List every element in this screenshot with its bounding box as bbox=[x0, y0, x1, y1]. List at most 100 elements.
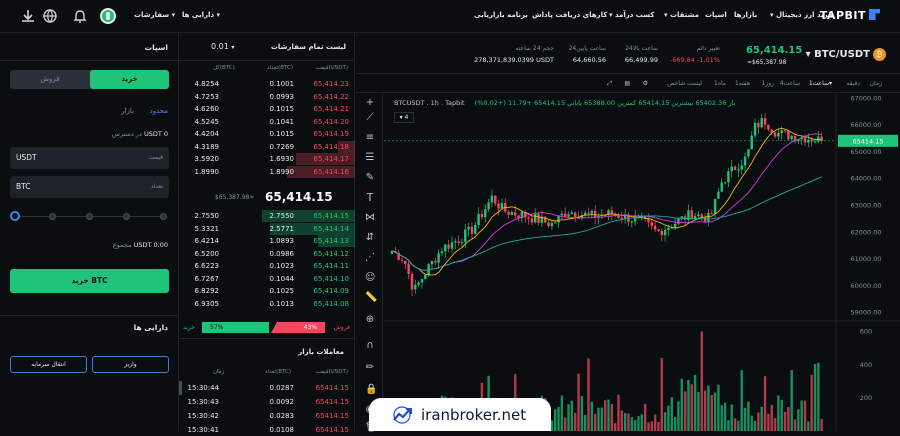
trade-price: 65414.15 bbox=[315, 426, 349, 434]
volume-bar bbox=[720, 405, 723, 431]
ask-amount: 0.0993 bbox=[269, 92, 295, 101]
bid-total: 6.9305 bbox=[194, 299, 220, 308]
interval-1d[interactable]: 1روز bbox=[761, 80, 774, 87]
top-menu-markets[interactable]: بازارها bbox=[734, 11, 757, 19]
ask-row[interactable]: 1.8990 1.8990 65,414.16 bbox=[179, 165, 355, 178]
volume-tick-label: 600 bbox=[860, 328, 872, 336]
bid-row[interactable]: 6.6223 0.1023 65,414.11 bbox=[179, 260, 355, 272]
bid-row[interactable]: 6.5200 0.0986 65,414.12 bbox=[179, 248, 355, 260]
bid-row[interactable]: 6.7267 0.1044 65,414.10 bbox=[179, 273, 355, 285]
sell-tab[interactable]: فروش bbox=[10, 70, 90, 89]
slider-step-25[interactable] bbox=[49, 213, 56, 220]
trade-time: 15:30:42 bbox=[187, 412, 219, 420]
zoom-in-icon[interactable]: ⊕ bbox=[365, 315, 375, 325]
settings-icon[interactable]: ⚙ bbox=[643, 80, 648, 87]
candle-body bbox=[767, 124, 770, 130]
order-type-market[interactable]: بازار bbox=[121, 107, 134, 115]
price-field[interactable]: USDT قیمت bbox=[10, 147, 169, 169]
ask-price: 65,414.17 bbox=[313, 155, 349, 163]
ask-row[interactable]: 3.5920 1.6930 65,414.17 bbox=[179, 153, 355, 165]
indicator-collapse[interactable]: ▾ 4 bbox=[394, 112, 414, 123]
brand-logo[interactable]: TAPBIT bbox=[820, 9, 880, 22]
top-bar: سفارشات ▾ دارایی ها ▾ برنامه بازاریابی ک… bbox=[0, 0, 900, 33]
ask-row[interactable]: 4.4204 0.1015 65,414.19 bbox=[179, 128, 355, 140]
top-menu-assets[interactable]: دارایی ها ▾ bbox=[182, 11, 220, 19]
bid-row[interactable]: 6.9305 0.1013 65,414.08 bbox=[179, 298, 355, 310]
top-menu-orders[interactable]: سفارشات ▾ bbox=[134, 11, 175, 19]
top-menu-earn[interactable]: ▾ کسب درآمد bbox=[609, 11, 654, 19]
buy-tab[interactable]: خرید bbox=[90, 70, 169, 89]
top-menu-affiliate[interactable]: برنامه بازاریابی bbox=[474, 11, 528, 19]
ask-row[interactable]: 4.7253 0.0993 65,414.22 bbox=[179, 91, 355, 103]
bell-icon[interactable] bbox=[72, 8, 88, 24]
candle-body bbox=[497, 203, 500, 209]
lock-drawing-icon[interactable]: ✏ bbox=[365, 363, 375, 373]
magnet-icon[interactable]: ∩ bbox=[365, 341, 375, 351]
divider bbox=[179, 60, 355, 61]
ruler-icon[interactable]: 📏 bbox=[365, 293, 377, 303]
ask-row[interactable]: 4.3189 0.7269 65,414.18 bbox=[179, 140, 355, 153]
pattern-icon[interactable]: ⋈ bbox=[365, 213, 375, 223]
volume-bar bbox=[713, 392, 717, 431]
amount-field[interactable]: BTC تعداد bbox=[10, 176, 169, 198]
volume-bar bbox=[757, 412, 760, 431]
buy-btc-button[interactable]: خرید BTC bbox=[10, 269, 169, 293]
amount-slider[interactable] bbox=[10, 211, 167, 221]
fullscreen-icon[interactable]: ⤢ bbox=[607, 80, 612, 88]
crosshair-icon[interactable]: + bbox=[365, 98, 375, 108]
indicator-list[interactable]: لیست شاخص bbox=[667, 80, 702, 87]
channel-icon[interactable]: ≡ bbox=[365, 133, 375, 143]
ask-row[interactable]: 4.8254 0.1001 65,414.23 bbox=[179, 78, 355, 90]
scrollbar[interactable] bbox=[179, 381, 182, 395]
bid-row[interactable]: 6.4214 1.0893 65,414.13 bbox=[179, 235, 355, 247]
deposit-button[interactable]: واریز bbox=[92, 356, 169, 373]
prediction-icon[interactable]: ⋰ bbox=[365, 253, 375, 263]
layout-icon[interactable]: ▤ bbox=[624, 80, 630, 87]
slider-step-100[interactable] bbox=[160, 213, 167, 220]
candle-body bbox=[647, 219, 650, 223]
order-type-limit[interactable]: محدود bbox=[150, 107, 168, 115]
volume-bar bbox=[623, 413, 627, 431]
slider-step-50[interactable] bbox=[86, 213, 93, 220]
bid-row[interactable]: 2.7550 2.7550 65,414.15 bbox=[179, 210, 355, 222]
buy-ratio-label: خرید bbox=[183, 324, 195, 331]
top-menu-rewards[interactable]: کارهای دریافت پاداش bbox=[532, 11, 607, 19]
pair-selector[interactable]: ▾ BTC/USDT bbox=[806, 49, 870, 60]
bid-row[interactable]: 6.8292 0.1025 65,414.09 bbox=[179, 285, 355, 297]
interval-1w[interactable]: 1هفته bbox=[735, 80, 750, 87]
slider-step-75[interactable] bbox=[123, 213, 130, 220]
slider-knob[interactable] bbox=[10, 211, 20, 221]
interval-minute[interactable]: دقیقه bbox=[846, 80, 860, 87]
interval-time[interactable]: زمان bbox=[870, 80, 882, 87]
volume-bar bbox=[710, 394, 713, 431]
lock-icon[interactable]: 🔒 bbox=[365, 385, 377, 395]
top-menu-derivatives[interactable]: ▾ مشتقات bbox=[664, 11, 699, 19]
top-menu-spot[interactable]: اسپات bbox=[705, 11, 727, 19]
candle-body bbox=[547, 222, 550, 227]
shapes-icon[interactable]: ☺ bbox=[365, 273, 375, 283]
bid-row[interactable]: 5.3321 2.5771 65,414.14 bbox=[179, 222, 355, 235]
ask-row[interactable]: 4.5245 0.1041 65,414.20 bbox=[179, 116, 355, 128]
globe-icon[interactable] bbox=[42, 8, 58, 24]
price-chart[interactable]: 67000.00 66000.00 65000.00 64000.00 63000.00… bbox=[384, 93, 900, 431]
interval-1m[interactable]: 1ماه bbox=[714, 80, 726, 87]
transfer-button[interactable]: انتقال سرمایه bbox=[10, 356, 87, 373]
download-icon[interactable] bbox=[20, 8, 36, 24]
ask-row[interactable]: 4.6260 0.1015 65,414.21 bbox=[179, 103, 355, 115]
trendline-icon[interactable]: ⟋ bbox=[365, 113, 375, 123]
fib-icon[interactable]: ☰ bbox=[365, 153, 375, 163]
brush-icon[interactable]: ✎ bbox=[365, 173, 375, 183]
candle-body bbox=[780, 130, 783, 134]
interval-4h[interactable]: 4ساعت bbox=[780, 80, 800, 87]
chart-canvas[interactable]: 67000.00 66000.00 65000.00 64000.00 63000.00… bbox=[384, 93, 900, 431]
precision-select[interactable]: 0.01 ▾ bbox=[211, 42, 234, 51]
avatar[interactable] bbox=[100, 8, 116, 24]
projection-icon[interactable]: ⇵ bbox=[365, 233, 375, 243]
ask-amount: 0.1001 bbox=[269, 80, 295, 88]
volume-bar bbox=[787, 407, 790, 431]
trades-col-amount: تعداد(BTC) bbox=[265, 369, 292, 375]
volume-bar bbox=[653, 414, 657, 431]
candle-body bbox=[484, 209, 487, 218]
interval-1h[interactable]: 1ساعت▾ bbox=[809, 80, 832, 87]
text-icon[interactable]: T bbox=[365, 192, 375, 203]
